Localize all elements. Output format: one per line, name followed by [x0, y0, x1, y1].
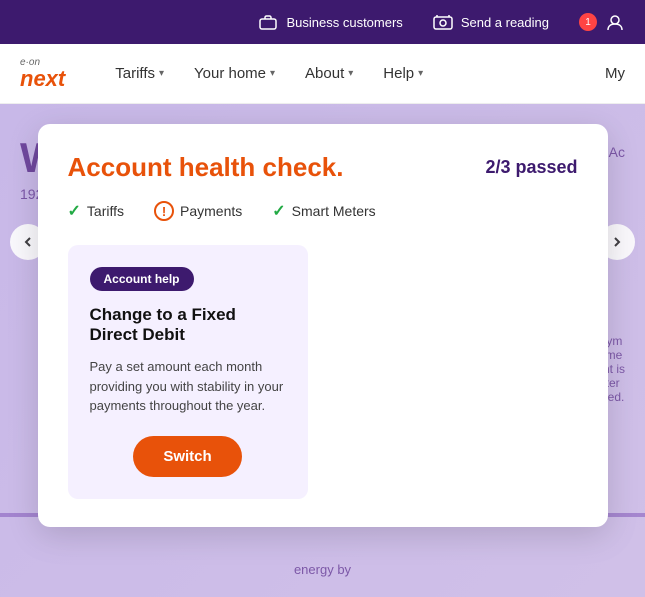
nav-help[interactable]: Help ▾ [383, 65, 423, 82]
card-title: Change to a Fixed Direct Debit [90, 305, 286, 345]
warning-icon: ! [154, 201, 174, 221]
nav-about[interactable]: About ▾ [305, 65, 353, 82]
logo-next: next [20, 68, 65, 90]
send-reading-link[interactable]: Send a reading [433, 12, 549, 32]
notifications-link[interactable]: 1 [579, 12, 625, 32]
checkmark-icon: ✓ [272, 201, 285, 221]
check-payments-label: Payments [180, 203, 242, 219]
send-reading-label: Send a reading [461, 15, 549, 30]
nav-tariffs-label: Tariffs [115, 65, 155, 82]
account-help-badge: Account help [90, 267, 194, 291]
chevron-down-icon: ▾ [418, 68, 423, 79]
health-check-modal: Account health check. 2/3 passed ✓ Tarif… [38, 124, 608, 527]
switch-button[interactable]: Switch [133, 436, 241, 477]
nav-help-label: Help [383, 65, 414, 82]
modal-title: Account health check. [68, 152, 344, 183]
meter-icon [433, 12, 453, 32]
checkmark-icon: ✓ [68, 201, 81, 221]
briefcase-icon [258, 12, 278, 32]
modal-header: Account health check. 2/3 passed [68, 152, 578, 183]
nav-about-label: About [305, 65, 344, 82]
nav-my[interactable]: My [605, 65, 625, 82]
top-bar: Business customers Send a reading 1 [0, 0, 645, 44]
check-payments: ! Payments [154, 201, 242, 221]
nav-your-home-label: Your home [194, 65, 266, 82]
chevron-down-icon: ▾ [348, 68, 353, 79]
nav-bar: e·on next Tariffs ▾ Your home ▾ About ▾ … [0, 44, 645, 104]
chevron-down-icon: ▾ [159, 68, 164, 79]
modal-checks: ✓ Tariffs ! Payments ✓ Smart Meters [68, 201, 578, 221]
business-customers-link[interactable]: Business customers [258, 12, 402, 32]
card-description: Pay a set amount each month providing yo… [90, 357, 286, 416]
modal-score: 2/3 passed [485, 157, 577, 178]
check-smart-meters-label: Smart Meters [292, 203, 376, 219]
check-tariffs: ✓ Tariffs [68, 201, 125, 221]
check-smart-meters: ✓ Smart Meters [272, 201, 375, 221]
nav-your-home[interactable]: Your home ▾ [194, 65, 275, 82]
check-tariffs-label: Tariffs [87, 203, 124, 219]
business-customers-label: Business customers [286, 15, 402, 30]
nav-tariffs[interactable]: Tariffs ▾ [115, 65, 164, 82]
modal-overlay: Account health check. 2/3 passed ✓ Tarif… [0, 104, 645, 597]
logo: e·on next [20, 58, 65, 90]
account-help-card: Account help Change to a Fixed Direct De… [68, 245, 308, 499]
notification-badge: 1 [579, 13, 597, 31]
nav-my-label: My [605, 65, 625, 82]
account-icon [605, 12, 625, 32]
chevron-down-icon: ▾ [270, 68, 275, 79]
